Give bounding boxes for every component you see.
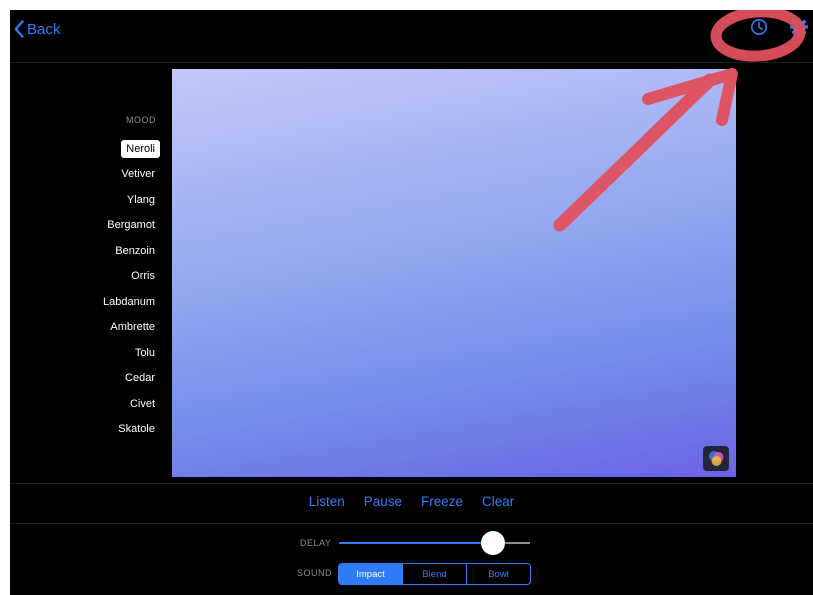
- app-screen: Back MOOD Neroli Vetiver Ylang Bergamot Benz…: [10, 10, 813, 595]
- red-annotation-drawing: [553, 10, 806, 232]
